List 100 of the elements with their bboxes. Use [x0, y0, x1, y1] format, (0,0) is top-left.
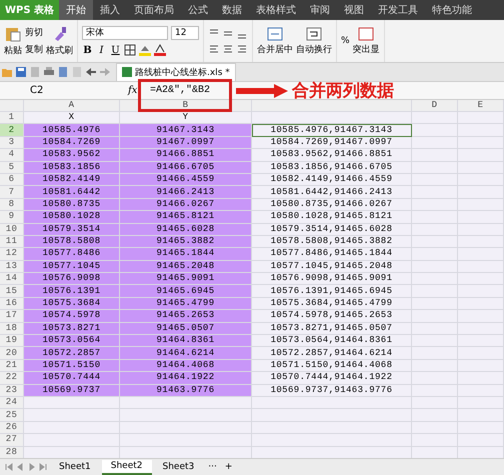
table-cell: 10580.1028: [24, 211, 120, 224]
menu-tab[interactable]: 页面布局: [127, 0, 182, 20]
cut-button[interactable]: 剪切: [25, 26, 43, 39]
empty-cell: [458, 149, 504, 162]
preview-icon[interactable]: [58, 67, 68, 77]
column-header[interactable]: E: [458, 100, 504, 112]
table-icon: [358, 26, 374, 40]
more-sheets-button[interactable]: ···: [205, 462, 220, 472]
printer-icon[interactable]: [44, 67, 54, 77]
name-box[interactable]: C2: [0, 85, 128, 96]
row-header[interactable]: 16: [0, 298, 24, 310]
row-header[interactable]: 19: [0, 335, 24, 348]
table-cell: 10579.3514: [24, 224, 120, 236]
row-header[interactable]: 23: [0, 384, 24, 397]
row-header[interactable]: 14: [0, 273, 24, 286]
annotation-text: 合并两列数据: [292, 82, 394, 100]
sheet-tab[interactable]: Sheet2: [102, 460, 152, 474]
merge-center-button[interactable]: 合并居中: [257, 26, 293, 56]
empty-cell: [458, 298, 504, 310]
formula-field[interactable]: =A2&","&B2: [146, 85, 210, 96]
select-all-corner[interactable]: [0, 100, 24, 112]
redo-icon[interactable]: [100, 67, 110, 77]
sheet-tab[interactable]: Sheet3: [154, 460, 204, 474]
empty-cell: [412, 347, 458, 360]
table-cell: 10580.8735,91466.0267: [252, 198, 412, 212]
empty-cell: [458, 112, 504, 124]
row-header[interactable]: 20: [0, 347, 24, 360]
row-header[interactable]: 17: [0, 310, 24, 323]
row-header[interactable]: 8: [0, 198, 24, 212]
row-header[interactable]: 27: [0, 434, 24, 447]
save-icon[interactable]: [16, 67, 26, 77]
table-cell: 91465.0507: [120, 322, 252, 336]
table-cell: 10585.4976,91467.3143: [252, 124, 412, 137]
row-header[interactable]: 22: [0, 372, 24, 385]
row-header[interactable]: 2: [0, 124, 24, 137]
empty-cell: [458, 322, 504, 336]
empty-cell: [458, 273, 504, 286]
empty-cell: [458, 136, 504, 150]
page-icon[interactable]: [72, 67, 82, 77]
menu-tab[interactable]: 审阅: [303, 0, 338, 20]
row-header[interactable]: 7: [0, 186, 24, 199]
font-size-field[interactable]: 12: [171, 26, 199, 40]
row-header[interactable]: 9: [0, 211, 24, 224]
table-cell: 10572.2857: [24, 347, 120, 360]
row-header[interactable]: 1: [0, 112, 24, 124]
menu-tab[interactable]: 插入: [93, 0, 128, 20]
italic-button[interactable]: I: [96, 44, 107, 56]
horizontal-align-icons: [208, 43, 248, 55]
row-header[interactable]: 6: [0, 174, 24, 186]
column-header[interactable]: D: [412, 100, 458, 112]
document-icon[interactable]: [30, 67, 40, 77]
row-header[interactable]: 13: [0, 260, 24, 274]
row-header[interactable]: 21: [0, 360, 24, 372]
row-header[interactable]: 3: [0, 136, 24, 150]
table-cell: 10571.5150: [24, 360, 120, 372]
table-cell: 91465.8121: [120, 211, 252, 224]
menu-tab[interactable]: 特色功能: [425, 0, 480, 20]
row-header[interactable]: 24: [0, 396, 24, 410]
menu-tab[interactable]: 数据: [215, 0, 250, 20]
row-header[interactable]: 4: [0, 149, 24, 162]
column-header[interactable]: [252, 100, 412, 112]
sheet-tab[interactable]: Sheet1: [50, 460, 100, 474]
row-header[interactable]: 18: [0, 322, 24, 336]
menu-tab[interactable]: 表格样式: [249, 0, 304, 20]
empty-cell: [458, 174, 504, 186]
add-sheet-button[interactable]: +: [222, 462, 236, 472]
row-header[interactable]: 26: [0, 422, 24, 434]
row-header[interactable]: 28: [0, 446, 24, 458]
folder-icon[interactable]: [2, 67, 12, 77]
row-header[interactable]: 15: [0, 285, 24, 298]
empty-cell: [458, 409, 504, 422]
font-field[interactable]: 宋体: [82, 26, 168, 40]
menu-tab[interactable]: 公式: [181, 0, 216, 20]
table-cell: 10583.1856: [24, 162, 120, 174]
app-menu-button[interactable]: WPS 表格: [0, 0, 60, 20]
percent-button[interactable]: %: [341, 36, 350, 46]
column-header[interactable]: A: [24, 100, 120, 112]
empty-cell: [458, 162, 504, 174]
empty-cell: [412, 198, 458, 212]
empty-cell: [412, 409, 458, 422]
menu-tab[interactable]: 视图: [337, 0, 372, 20]
wrap-text-button[interactable]: 自动换行: [296, 26, 332, 56]
row-header[interactable]: 25: [0, 409, 24, 422]
underline-button[interactable]: U: [110, 44, 121, 56]
undo-icon[interactable]: [86, 67, 96, 77]
table-cell: 10573.0564,91464.8361: [252, 335, 412, 348]
menu-tab[interactable]: 开始: [59, 0, 94, 20]
menu-tab[interactable]: 开发工具: [371, 0, 426, 20]
empty-cell: [458, 260, 504, 274]
copy-button[interactable]: 复制: [25, 43, 43, 56]
row-header[interactable]: 11: [0, 236, 24, 248]
highlight-button[interactable]: 突出显: [352, 26, 380, 56]
table-cell: 10570.7444: [24, 372, 120, 385]
format-painter-button[interactable]: 格式刷: [46, 26, 73, 56]
empty-cell: [412, 273, 458, 286]
row-header[interactable]: 12: [0, 248, 24, 261]
bold-button[interactable]: B: [82, 44, 93, 56]
row-header[interactable]: 5: [0, 162, 24, 174]
paste-button[interactable]: 粘贴: [4, 26, 22, 56]
row-header[interactable]: 10: [0, 224, 24, 236]
